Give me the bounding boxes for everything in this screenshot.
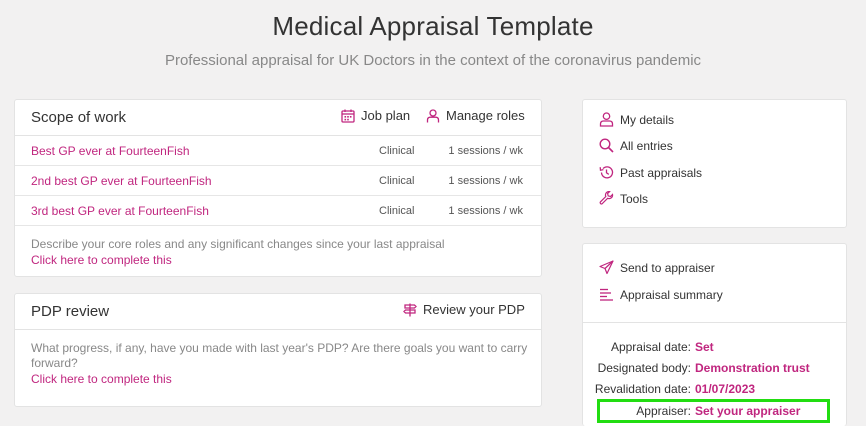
role-sessions: 1 sessions / wk [448, 205, 523, 217]
role-link[interactable]: Best GP ever at FourteenFish [31, 144, 190, 158]
nav-all-entries[interactable]: All entries [599, 138, 673, 153]
designated-body-label: Designated body: [597, 361, 691, 375]
nav-label: Tools [620, 191, 649, 206]
job-plan-button[interactable]: Job plan [341, 108, 410, 123]
role-type: Clinical [379, 205, 415, 217]
scope-of-work-card: Scope of work Job plan Manage roles Best… [14, 99, 542, 277]
role-type: Clinical [379, 145, 415, 157]
pdp-description: What progress, if any, have you made wit… [31, 341, 528, 370]
nav-label: My details [620, 112, 675, 127]
scope-card-title: Scope of work [31, 109, 127, 126]
appraisal-summary-button[interactable]: Appraisal summary [599, 287, 723, 302]
search-icon [599, 138, 614, 153]
divider [583, 322, 846, 323]
appraiser-highlight-box [597, 399, 830, 423]
nav-tools[interactable]: Tools [599, 191, 648, 206]
navigation-card: My details All entries Past appraisals T… [582, 99, 847, 228]
pdp-card-title: PDP review [31, 303, 110, 320]
appraisal-summary-label: Appraisal summary [620, 287, 723, 302]
calendar-icon [341, 109, 355, 123]
appraisal-date-value[interactable]: Set [695, 340, 714, 354]
role-row: 2nd best GP ever at FourteenFish Clinica… [15, 166, 541, 196]
user-roles-icon [426, 108, 440, 122]
manage-roles-button[interactable]: Manage roles [426, 108, 525, 123]
review-pdp-button[interactable]: Review your PDP [403, 302, 525, 317]
wrench-icon [599, 191, 614, 205]
scope-card-header: Scope of work Job plan Manage roles [15, 100, 541, 136]
send-to-appraiser-button[interactable]: Send to appraiser [599, 260, 715, 275]
role-row: 3rd best GP ever at FourteenFish Clinica… [15, 196, 541, 226]
role-sessions: 1 sessions / wk [448, 175, 523, 187]
nav-label: Past appraisals [620, 165, 703, 180]
signpost-icon [403, 303, 417, 316]
nav-past-appraisals[interactable]: Past appraisals [599, 165, 702, 180]
person-icon [599, 112, 614, 127]
paper-plane-icon [599, 260, 614, 275]
review-pdp-label: Review your PDP [423, 302, 525, 317]
job-plan-label: Job plan [361, 108, 411, 123]
page-subtitle: Professional appraisal for UK Doctors in… [164, 52, 702, 69]
nav-my-details[interactable]: My details [599, 112, 674, 127]
role-sessions: 1 sessions / wk [448, 145, 523, 157]
role-link[interactable]: 3rd best GP ever at FourteenFish [31, 204, 209, 218]
pdp-review-card: PDP review Review your PDP What progress… [14, 293, 542, 407]
role-row: Best GP ever at FourteenFish Clinical 1 … [15, 136, 541, 166]
text-lines-icon [600, 288, 613, 301]
role-link[interactable]: 2nd best GP ever at FourteenFish [31, 174, 212, 188]
manage-roles-label: Manage roles [446, 108, 525, 123]
scope-description: Describe your core roles and any signifi… [31, 237, 445, 251]
revalidation-date-label: Revalidation date: [594, 382, 691, 396]
pdp-complete-link[interactable]: Click here to complete this [31, 372, 172, 386]
appraisal-date-label: Appraisal date: [610, 340, 691, 354]
page-title: Medical Appraisal Template [272, 11, 594, 41]
send-to-appraiser-label: Send to appraiser [620, 260, 715, 275]
revalidation-date-value[interactable]: 01/07/2023 [695, 382, 755, 396]
history-icon [599, 166, 614, 179]
scope-complete-link[interactable]: Click here to complete this [31, 253, 172, 267]
pdp-card-header: PDP review Review your PDP [15, 294, 541, 330]
role-type: Clinical [379, 175, 415, 187]
designated-body-value[interactable]: Demonstration trust [695, 361, 810, 375]
nav-label: All entries [620, 138, 673, 153]
